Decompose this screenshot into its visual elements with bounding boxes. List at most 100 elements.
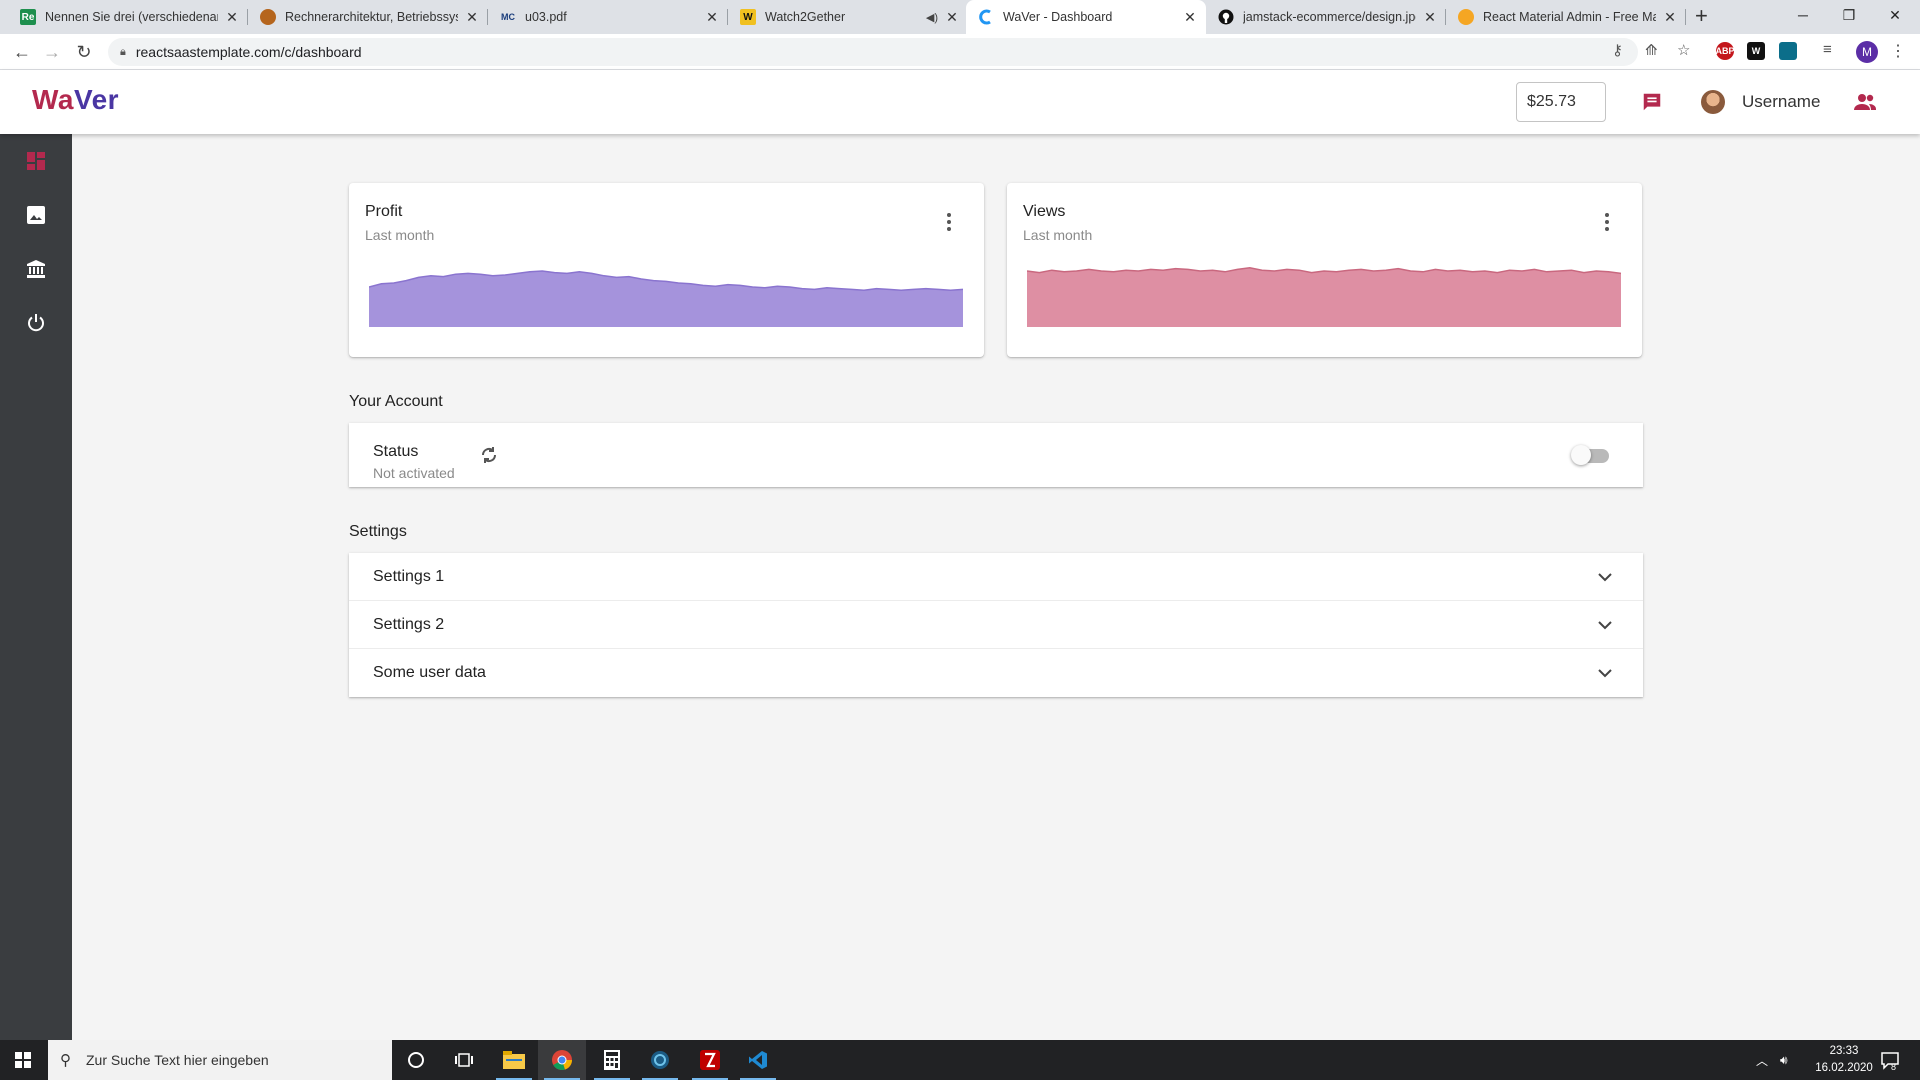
tab-title: u03.pdf bbox=[525, 10, 567, 24]
dashboard-icon bbox=[27, 152, 45, 170]
lock-icon: 🔒︎ bbox=[120, 45, 126, 58]
tab-close-icon[interactable]: ✕ bbox=[944, 9, 960, 25]
bookmark-star-icon[interactable]: ☆ bbox=[1677, 41, 1690, 59]
browser-tab[interactable]: React Material Admin - Free Mat ✕ bbox=[1446, 0, 1686, 34]
taskbar-search-input[interactable]: ⚲ Zur Suche Text hier eingeben bbox=[48, 1040, 392, 1080]
username-label[interactable]: Username bbox=[1742, 92, 1820, 112]
tab-title: React Material Admin - Free Mat bbox=[1483, 10, 1656, 24]
file-explorer-icon[interactable] bbox=[490, 1040, 538, 1080]
tab-favicon-icon: Re bbox=[20, 9, 36, 25]
app-icon[interactable] bbox=[636, 1040, 684, 1080]
tab-title: WaVer - Dashboard bbox=[1003, 10, 1113, 24]
refresh-icon[interactable] bbox=[477, 443, 501, 467]
windows-start-icon[interactable] bbox=[0, 1040, 46, 1080]
task-view-icon[interactable] bbox=[440, 1040, 488, 1080]
tab-favicon-icon bbox=[978, 9, 994, 25]
views-area-chart bbox=[1027, 267, 1621, 327]
address-bar[interactable]: 🔒︎ reactsaastemplate.com/c/dashboard bbox=[108, 38, 1638, 66]
card-subtitle: Last month bbox=[365, 227, 435, 243]
back-icon[interactable]: ← bbox=[10, 40, 34, 64]
browser-tab[interactable]: Re Nennen Sie drei (verschiedenarti ✕ bbox=[8, 0, 248, 34]
clock-time: 23:33 bbox=[1829, 1045, 1859, 1057]
card-title: Views bbox=[1023, 203, 1066, 220]
taskbar-clock[interactable]: 23:33 16.02.2020 bbox=[1812, 1043, 1876, 1077]
restore-icon[interactable]: ❐ bbox=[1826, 0, 1872, 30]
browser-tab[interactable]: W Watch2Gether ◀) ✕ bbox=[728, 0, 968, 34]
settings-row[interactable]: Some user data bbox=[349, 649, 1643, 697]
area-series bbox=[1027, 267, 1621, 327]
sidebar-item-posts[interactable] bbox=[0, 188, 72, 242]
speaker-icon[interactable]: ◀) bbox=[926, 11, 938, 24]
tab-close-icon[interactable]: ✕ bbox=[704, 9, 720, 25]
tab-close-icon[interactable]: ✕ bbox=[1662, 9, 1678, 25]
logo-part-1: Wa bbox=[32, 84, 74, 115]
user-avatar[interactable] bbox=[1701, 90, 1725, 114]
settings-row[interactable]: Settings 2 bbox=[349, 601, 1643, 649]
people-icon[interactable] bbox=[1852, 90, 1878, 114]
messages-icon[interactable] bbox=[1640, 90, 1664, 114]
tab-close-icon[interactable]: ✕ bbox=[464, 9, 480, 25]
area-series bbox=[369, 271, 963, 327]
activation-toggle[interactable] bbox=[1571, 445, 1609, 465]
chrome-icon[interactable] bbox=[538, 1040, 586, 1080]
calculator-icon[interactable] bbox=[588, 1040, 636, 1080]
settings-row-label: Settings 2 bbox=[373, 616, 445, 633]
more-vert-icon[interactable] bbox=[946, 213, 952, 231]
sidebar-item-subscription[interactable] bbox=[0, 242, 72, 296]
url-text: reactsaastemplate.com/c/dashboard bbox=[135, 44, 362, 60]
app-logo[interactable]: WaVer bbox=[32, 84, 119, 116]
chevron-down-icon bbox=[1598, 669, 1612, 678]
status-label: Status bbox=[373, 443, 419, 460]
browser-tab[interactable]: Rechnerarchitektur, Betriebssyste ✕ bbox=[248, 0, 488, 34]
profit-area-chart bbox=[369, 270, 963, 327]
tab-close-icon[interactable]: ✕ bbox=[1422, 9, 1438, 25]
browser-tab[interactable]: MC u03.pdf ✕ bbox=[488, 0, 728, 34]
tab-close-icon[interactable]: ✕ bbox=[224, 9, 240, 25]
sidebar bbox=[0, 134, 72, 1040]
browser-menu-icon[interactable]: ⋮ bbox=[1890, 41, 1906, 61]
cortana-icon[interactable] bbox=[392, 1040, 440, 1080]
card-subtitle: Last month bbox=[1023, 227, 1093, 243]
volume-icon[interactable]: 🔊︎ bbox=[1780, 1040, 1788, 1080]
sidebar-item-dashboard[interactable] bbox=[0, 134, 72, 188]
chevron-down-icon bbox=[1598, 621, 1612, 630]
settings-row[interactable]: Settings 1 bbox=[349, 553, 1643, 601]
balance-display[interactable]: $25.73 bbox=[1516, 82, 1606, 122]
tab-close-icon[interactable]: ✕ bbox=[1182, 9, 1198, 25]
sidebar-item-logout[interactable] bbox=[0, 296, 72, 350]
browser-tab[interactable]: jamstack-ecommerce/design.jpg ✕ bbox=[1206, 0, 1446, 34]
tray-overflow-icon[interactable]: ︿ bbox=[1756, 1040, 1768, 1080]
profile-avatar[interactable]: M bbox=[1856, 41, 1878, 63]
reading-list-icon[interactable]: ≡ bbox=[1823, 41, 1832, 58]
minimize-icon[interactable]: ─ bbox=[1780, 0, 1826, 30]
react-devtools-icon[interactable] bbox=[1779, 42, 1797, 60]
notification-center-icon[interactable]: 8 bbox=[1880, 1040, 1900, 1080]
views-card: Views Last month bbox=[1007, 183, 1642, 357]
settings-row-label: Settings 1 bbox=[373, 568, 445, 585]
forward-icon[interactable]: → bbox=[40, 40, 64, 64]
adblock-extension-icon[interactable]: ABP bbox=[1716, 42, 1735, 60]
reload-icon[interactable]: ↻ bbox=[72, 40, 96, 64]
settings-section-title: Settings bbox=[349, 523, 407, 540]
new-tab-icon[interactable]: + bbox=[1695, 3, 1708, 29]
chevron-down-icon bbox=[1598, 573, 1612, 582]
translate-icon[interactable]: ⟰ bbox=[1645, 41, 1658, 59]
browser-tab-active[interactable]: WaVer - Dashboard ✕ bbox=[966, 0, 1206, 34]
clock-date: 16.02.2020 bbox=[1815, 1062, 1873, 1074]
main-content: Profit Last month Views Last month Your … bbox=[72, 134, 1920, 1040]
key-icon[interactable]: ⚷ bbox=[1612, 41, 1623, 59]
profit-card: Profit Last month bbox=[349, 183, 984, 357]
window-close-icon[interactable]: ✕ bbox=[1872, 0, 1918, 30]
browser-toolbar: ← → ↻ 🔒︎ reactsaastemplate.com/c/dashboa… bbox=[0, 34, 1920, 70]
logo-part-2: Ver bbox=[73, 84, 120, 115]
filezilla-icon[interactable] bbox=[686, 1040, 734, 1080]
tab-title: Nennen Sie drei (verschiedenarti bbox=[45, 10, 218, 24]
more-vert-icon[interactable] bbox=[1604, 213, 1610, 231]
extension-icon[interactable]: W bbox=[1747, 42, 1765, 60]
image-icon bbox=[27, 206, 45, 224]
browser-tab-strip: Re Nennen Sie drei (verschiedenarti ✕ Re… bbox=[0, 0, 1920, 34]
settings-row-label: Some user data bbox=[373, 664, 486, 681]
tab-title: Rechnerarchitektur, Betriebssyste bbox=[285, 10, 458, 24]
notification-count: 8 bbox=[1891, 1062, 1897, 1072]
vscode-icon[interactable] bbox=[734, 1040, 782, 1080]
